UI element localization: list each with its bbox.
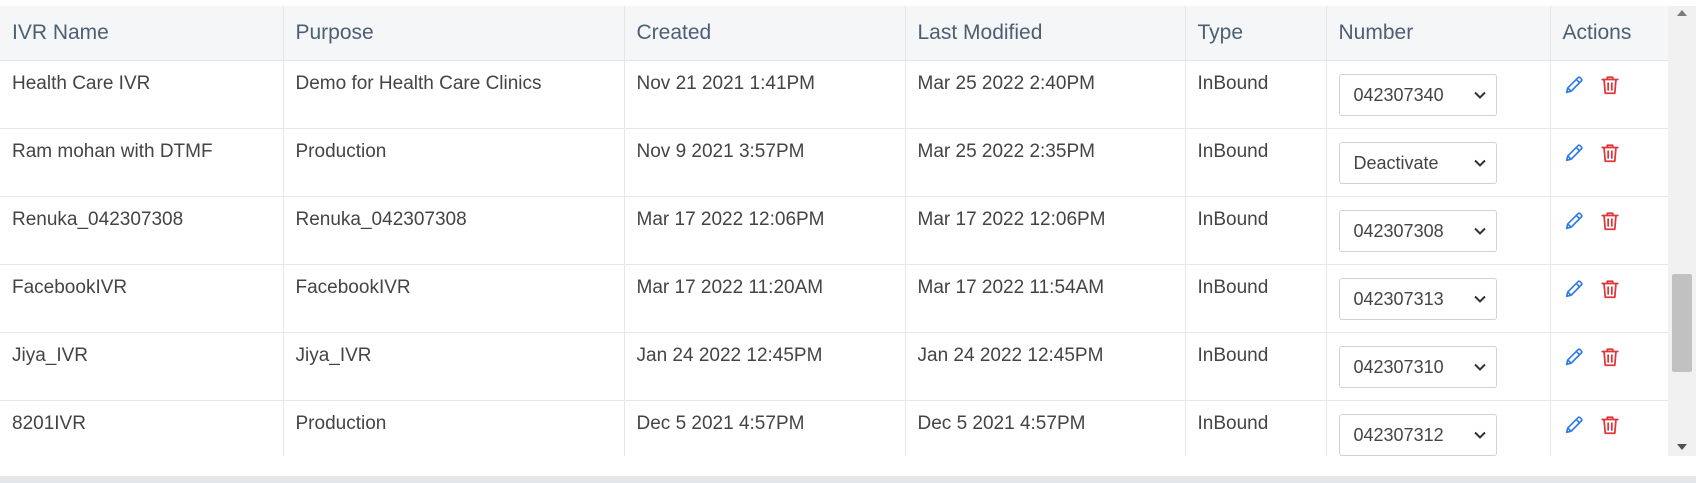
type-cell: InBound <box>1185 332 1327 401</box>
actions-cell <box>1550 400 1668 456</box>
number-select[interactable]: 042307310 <box>1338 346 1497 388</box>
header-number[interactable]: Number <box>1326 6 1551 61</box>
type-cell: InBound <box>1185 196 1327 265</box>
created-cell: Nov 9 2021 3:57PM <box>624 128 906 197</box>
header-last-modified[interactable]: Last Modified <box>905 6 1186 61</box>
modified-cell: Jan 24 2022 12:45PM <box>905 332 1186 401</box>
type-cell: InBound <box>1185 400 1327 456</box>
type-cell: InBound <box>1185 128 1327 197</box>
ivr-name-cell: Jiya_IVR <box>0 332 284 401</box>
created-cell: Dec 5 2021 4:57PM <box>624 400 906 456</box>
pencil-icon[interactable] <box>1563 345 1585 369</box>
trash-icon[interactable] <box>1599 277 1621 301</box>
pencil-icon[interactable] <box>1563 413 1585 437</box>
chevron-down-icon <box>1473 431 1486 439</box>
actions-cell <box>1550 264 1668 333</box>
table-row: Health Care IVR Demo for Health Care Cli… <box>0 60 1668 129</box>
number-select[interactable]: 042307312 <box>1338 414 1497 456</box>
ivr-name-cell: FacebookIVR <box>0 264 284 333</box>
table-row: Renuka_042307308 Renuka_042307308 Mar 17… <box>0 196 1668 265</box>
number-cell: 042307340 <box>1326 60 1551 129</box>
number-select-value: 042307340 <box>1353 84 1444 105</box>
number-select-value: Deactivate <box>1353 152 1439 173</box>
number-select-value: 042307313 <box>1353 288 1444 309</box>
trash-icon[interactable] <box>1599 413 1621 437</box>
chevron-down-icon <box>1473 295 1486 303</box>
trash-icon[interactable] <box>1599 141 1621 165</box>
modified-cell: Mar 17 2022 11:54AM <box>905 264 1186 333</box>
ivr-name-cell: Ram mohan with DTMF <box>0 128 284 197</box>
created-cell: Jan 24 2022 12:45PM <box>624 332 906 401</box>
purpose-cell: Demo for Health Care Clinics <box>283 60 625 129</box>
modified-cell: Dec 5 2021 4:57PM <box>905 400 1186 456</box>
created-cell: Mar 17 2022 12:06PM <box>624 196 906 265</box>
trash-icon[interactable] <box>1599 345 1621 369</box>
actions-cell <box>1550 128 1668 197</box>
table-row: 8201IVR Production Dec 5 2021 4:57PM Dec… <box>0 400 1668 456</box>
purpose-cell: Renuka_042307308 <box>283 196 625 265</box>
actions-cell <box>1550 332 1668 401</box>
modified-cell: Mar 17 2022 12:06PM <box>905 196 1186 265</box>
number-select-value: 042307310 <box>1353 356 1444 377</box>
number-select-value: 042307312 <box>1353 424 1444 445</box>
number-cell: 042307310 <box>1326 332 1551 401</box>
chevron-down-icon <box>1473 159 1486 167</box>
trash-icon[interactable] <box>1599 73 1621 97</box>
scrollbar-thumb[interactable] <box>1672 274 1692 372</box>
trash-icon[interactable] <box>1599 209 1621 233</box>
actions-cell <box>1550 60 1668 129</box>
modified-cell: Mar 25 2022 2:35PM <box>905 128 1186 197</box>
ivr-table-container: IVR Name Purpose Created Last Modified T… <box>0 6 1668 456</box>
header-actions: Actions <box>1550 6 1668 61</box>
table-row: Jiya_IVR Jiya_IVR Jan 24 2022 12:45PM Ja… <box>0 332 1668 401</box>
ivr-name-cell: Renuka_042307308 <box>0 196 284 265</box>
ivr-table: IVR Name Purpose Created Last Modified T… <box>0 6 1668 456</box>
number-cell: 042307308 <box>1326 196 1551 265</box>
purpose-cell: Jiya_IVR <box>283 332 625 401</box>
number-cell: 042307312 <box>1326 400 1551 456</box>
ivr-name-cell: 8201IVR <box>0 400 284 456</box>
header-type[interactable]: Type <box>1185 6 1327 61</box>
chevron-down-icon <box>1473 363 1486 371</box>
ivr-name-cell: Health Care IVR <box>0 60 284 129</box>
scroll-down-arrow-icon[interactable] <box>1677 444 1687 450</box>
pencil-icon[interactable] <box>1563 73 1585 97</box>
header-purpose[interactable]: Purpose <box>283 6 625 61</box>
type-cell: InBound <box>1185 60 1327 129</box>
table-row: FacebookIVR FacebookIVR Mar 17 2022 11:2… <box>0 264 1668 333</box>
purpose-cell: FacebookIVR <box>283 264 625 333</box>
header-ivr-name[interactable]: IVR Name <box>0 6 284 61</box>
type-cell: InBound <box>1185 264 1327 333</box>
pencil-icon[interactable] <box>1563 277 1585 301</box>
chevron-down-icon <box>1473 91 1486 99</box>
modified-cell: Mar 25 2022 2:40PM <box>905 60 1186 129</box>
number-select[interactable]: 042307308 <box>1338 210 1497 252</box>
created-cell: Nov 21 2021 1:41PM <box>624 60 906 129</box>
vertical-scrollbar[interactable] <box>1668 6 1696 456</box>
number-select[interactable]: 042307313 <box>1338 278 1497 320</box>
chevron-down-icon <box>1473 227 1486 235</box>
actions-cell <box>1550 196 1668 265</box>
number-cell: 042307313 <box>1326 264 1551 333</box>
created-cell: Mar 17 2022 11:20AM <box>624 264 906 333</box>
scroll-up-arrow-icon[interactable] <box>1677 10 1687 16</box>
number-select-value: 042307308 <box>1353 220 1444 241</box>
pencil-icon[interactable] <box>1563 141 1585 165</box>
purpose-cell: Production <box>283 128 625 197</box>
table-row: Ram mohan with DTMF Production Nov 9 202… <box>0 128 1668 197</box>
purpose-cell: Production <box>283 400 625 456</box>
horizontal-scrollbar[interactable] <box>0 476 1696 483</box>
table-header-row: IVR Name Purpose Created Last Modified T… <box>0 6 1668 61</box>
number-cell: Deactivate <box>1326 128 1551 197</box>
number-select[interactable]: Deactivate <box>1338 142 1497 184</box>
number-select[interactable]: 042307340 <box>1338 74 1497 116</box>
header-created[interactable]: Created <box>624 6 906 61</box>
pencil-icon[interactable] <box>1563 209 1585 233</box>
